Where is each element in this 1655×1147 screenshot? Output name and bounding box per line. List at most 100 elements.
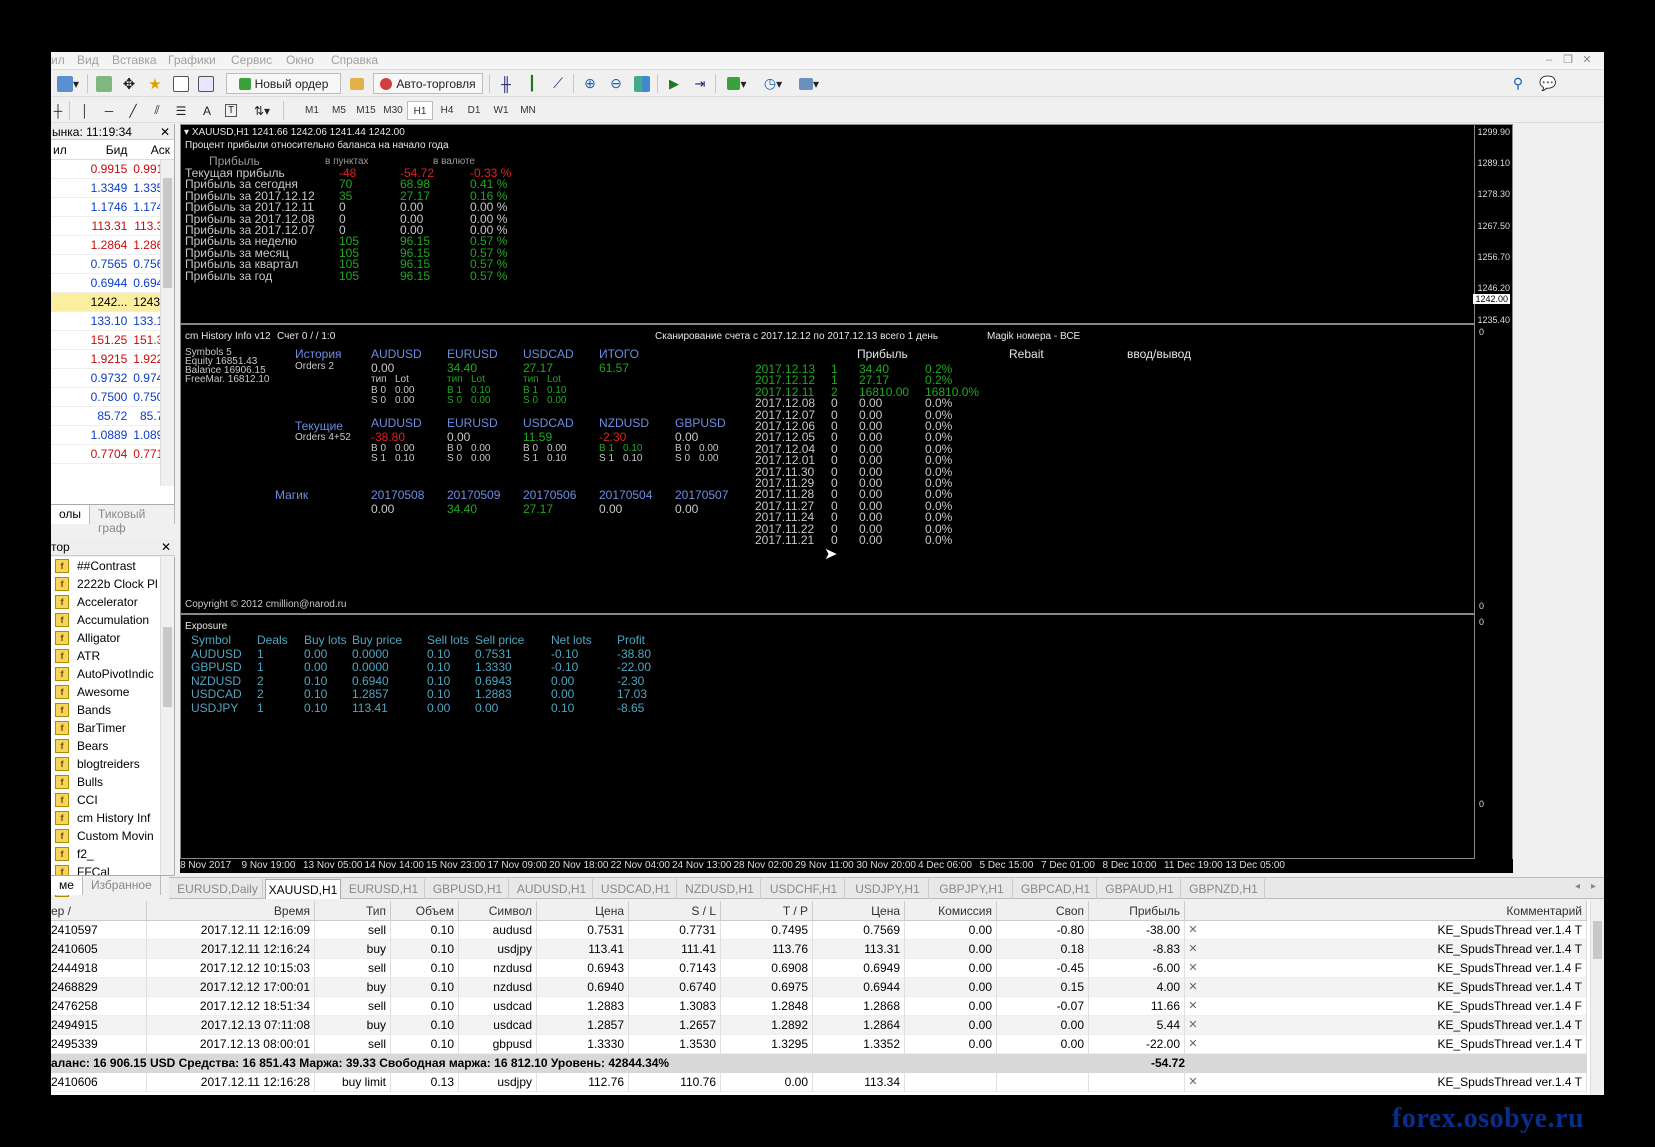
menu-item[interactable]: Справка bbox=[331, 53, 378, 67]
market-watch-row[interactable]: 1242... 1243... bbox=[51, 293, 174, 312]
close-order-icon[interactable]: ✕ bbox=[1187, 997, 1199, 1016]
close-icon[interactable]: ✕ bbox=[160, 124, 170, 140]
terminal-column-header[interactable]: Цена bbox=[537, 901, 629, 921]
zoom-in-button[interactable]: ⊕ bbox=[579, 73, 601, 94]
restore-button[interactable]: ❐ bbox=[1560, 52, 1576, 68]
menu-item[interactable]: Вставка bbox=[112, 53, 157, 67]
new-chart-button[interactable]: ▾ bbox=[53, 73, 83, 94]
time-axis[interactable]: 8 Nov 2017 9 Nov 19:00 13 Nov 05:00 14 Nov … bbox=[180, 859, 1513, 873]
close-order-icon[interactable]: ✕ bbox=[1187, 1073, 1199, 1092]
chart-tab[interactable]: GBPAUD,H1 bbox=[1099, 879, 1181, 899]
timeframe-h1[interactable]: H1 bbox=[407, 101, 433, 120]
close-order-icon[interactable]: ✕ bbox=[1187, 921, 1199, 940]
timeframe-h4[interactable]: H4 bbox=[434, 101, 460, 120]
terminal-column-header[interactable]: Своп bbox=[997, 901, 1089, 921]
table-row[interactable]: 2468829 2017.12.12 17:00:01 buy 0.10 nzdusd 0… bbox=[51, 978, 1587, 997]
menu-item[interactable]: Вид bbox=[77, 53, 99, 67]
metaeditor-button[interactable] bbox=[345, 73, 369, 94]
market-watch-row[interactable]: 1.1746 1.1748 bbox=[51, 198, 174, 217]
market-watch-row[interactable]: 0.7565 0.7569 bbox=[51, 255, 174, 274]
close-order-icon[interactable]: ✕ bbox=[1187, 1035, 1199, 1054]
navigator-item[interactable]: f Awesome bbox=[51, 683, 174, 701]
terminal-column-header[interactable]: Объем bbox=[391, 901, 459, 921]
text-button[interactable]: A bbox=[197, 100, 217, 121]
chart-tab[interactable]: GBPJPY,H1 bbox=[931, 879, 1013, 899]
table-row[interactable]: 2410606 2017.12.11 12:16:28 buy limit 0.13 u… bbox=[51, 1073, 1587, 1092]
timeframe-m15[interactable]: M15 bbox=[353, 101, 379, 120]
terminal-column-header[interactable]: Комментарий bbox=[1201, 901, 1587, 921]
tabs-left-icon[interactable]: ◂ bbox=[1575, 881, 1580, 892]
chart-tab[interactable]: GBPCAD,H1 bbox=[1015, 879, 1097, 899]
navigator-item[interactable]: f Alligator bbox=[51, 629, 174, 647]
terminal-scrollbar[interactable] bbox=[1590, 901, 1604, 1095]
profiles-button[interactable] bbox=[93, 73, 115, 94]
ask-header[interactable]: Аск bbox=[130, 140, 174, 159]
terminal-column-header[interactable]: Цена bbox=[813, 901, 905, 921]
history-info-pane[interactable]: cm History Info v12 Счет 0 / / 1:0 Скани… bbox=[181, 327, 1489, 615]
navigator-item[interactable]: f blogtreiders bbox=[51, 755, 174, 773]
chat-button[interactable]: 💬 bbox=[1535, 73, 1561, 94]
exposure-pane[interactable]: Exposure Symbol Deals Buy lots Buy price Sel… bbox=[181, 617, 1489, 858]
tab-symbols[interactable]: олы bbox=[51, 505, 91, 524]
terminal-column-header[interactable]: T / P bbox=[721, 901, 813, 921]
close-order-icon[interactable]: ✕ bbox=[1187, 978, 1199, 997]
arrows-button[interactable]: ⇅▾ bbox=[247, 100, 277, 121]
market-watch-scrollbar[interactable] bbox=[160, 160, 174, 486]
line-chart-button[interactable]: ⟋ bbox=[547, 73, 569, 94]
navigator-item[interactable]: f Bands bbox=[51, 701, 174, 719]
table-row[interactable]: 2410605 2017.12.11 12:16:24 buy 0.10 usdjpy 1… bbox=[51, 940, 1587, 959]
terminal-column-header[interactable]: Тип bbox=[315, 901, 391, 921]
market-watch-row[interactable]: 0.7704 0.7712 bbox=[51, 445, 174, 464]
vertical-line-button[interactable]: │ bbox=[75, 100, 95, 121]
table-row[interactable]: 2444918 2017.12.12 10:15:03 sell 0.10 nzdusd… bbox=[51, 959, 1587, 978]
menu-item[interactable]: Сервис bbox=[231, 53, 272, 67]
market-watch-row[interactable]: 133.10 133.14 bbox=[51, 312, 174, 331]
close-order-icon[interactable]: ✕ bbox=[1187, 940, 1199, 959]
crosshair-nav-button[interactable]: ✥ bbox=[118, 73, 140, 94]
tab-tick-chart[interactable]: Тиковый граф bbox=[90, 505, 175, 535]
navigator-item[interactable]: f CCI bbox=[51, 791, 174, 809]
table-row[interactable]: 2495339 2017.12.13 08:00:01 sell 0.10 gbpusd… bbox=[51, 1035, 1587, 1054]
close-icon[interactable]: ✕ bbox=[161, 539, 171, 556]
fibo-button[interactable]: ☰ bbox=[171, 100, 191, 121]
search-button[interactable]: ⚲ bbox=[1507, 73, 1529, 94]
chart-window[interactable]: ▾ XAUUSD,H1 1241.66 1242.06 1241.44 1242… bbox=[180, 124, 1513, 860]
terminal-column-header[interactable]: Символ bbox=[459, 901, 537, 921]
terminal-column-header[interactable]: S / L bbox=[629, 901, 721, 921]
chart-tab[interactable]: XAUUSD,H1 bbox=[265, 879, 341, 899]
market-watch-row[interactable]: 113.31 113.34 bbox=[51, 217, 174, 236]
timeframe-w1[interactable]: W1 bbox=[488, 101, 514, 120]
bar-chart-button[interactable]: ╫ bbox=[495, 73, 517, 94]
chart-tab[interactable]: GBPUSD,H1 bbox=[427, 879, 509, 899]
market-watch-row[interactable]: 0.9732 0.9740 bbox=[51, 369, 174, 388]
terminal-column-header[interactable]: Время bbox=[147, 901, 315, 921]
navigator-item[interactable]: f Bulls bbox=[51, 773, 174, 791]
chart-shift-button[interactable]: ⇥ bbox=[689, 73, 711, 94]
navigator-item[interactable]: f Accumulation bbox=[51, 611, 174, 629]
close-order-icon[interactable]: ✕ bbox=[1187, 1016, 1199, 1035]
table-row[interactable]: 2494915 2017.12.13 07:11:08 buy 0.10 usdcad 1… bbox=[51, 1016, 1587, 1035]
menu-item[interactable]: ил bbox=[51, 53, 65, 67]
menu-item[interactable]: Окно bbox=[286, 53, 314, 67]
terminal-column-header[interactable]: ер / bbox=[51, 901, 147, 921]
text-label-button[interactable]: T bbox=[221, 100, 241, 121]
bid-header[interactable]: Бид bbox=[89, 140, 131, 159]
cursor-button[interactable]: ┼ bbox=[51, 100, 65, 121]
terminal-column-header[interactable]: Комиссия bbox=[905, 901, 997, 921]
strategy-tester-button[interactable] bbox=[195, 73, 217, 94]
minimize-button[interactable]: – bbox=[1541, 52, 1557, 68]
horizontal-line-button[interactable]: ─ bbox=[99, 100, 119, 121]
tile-windows-button[interactable] bbox=[631, 73, 653, 94]
chart-tab[interactable]: AUDUSD,H1 bbox=[511, 879, 593, 899]
navigator-item[interactable]: f BarTimer bbox=[51, 719, 174, 737]
market-watch-row[interactable]: 0.7500 0.7508 bbox=[51, 388, 174, 407]
chart-tab[interactable]: NZDUSD,H1 bbox=[679, 879, 761, 899]
navigator-item[interactable]: f ATR bbox=[51, 647, 174, 665]
data-window-button[interactable] bbox=[170, 73, 192, 94]
market-watch-row[interactable]: 0.6944 0.6949 bbox=[51, 274, 174, 293]
timeframe-m1[interactable]: M1 bbox=[299, 101, 325, 120]
table-row[interactable]: 2476258 2017.12.12 18:51:34 sell 0.10 usdcad… bbox=[51, 997, 1587, 1016]
navigator-item[interactable]: f Bears bbox=[51, 737, 174, 755]
navigator-item[interactable]: f AutoPivotIndic bbox=[51, 665, 174, 683]
tabs-right-icon[interactable]: ▸ bbox=[1591, 881, 1596, 892]
